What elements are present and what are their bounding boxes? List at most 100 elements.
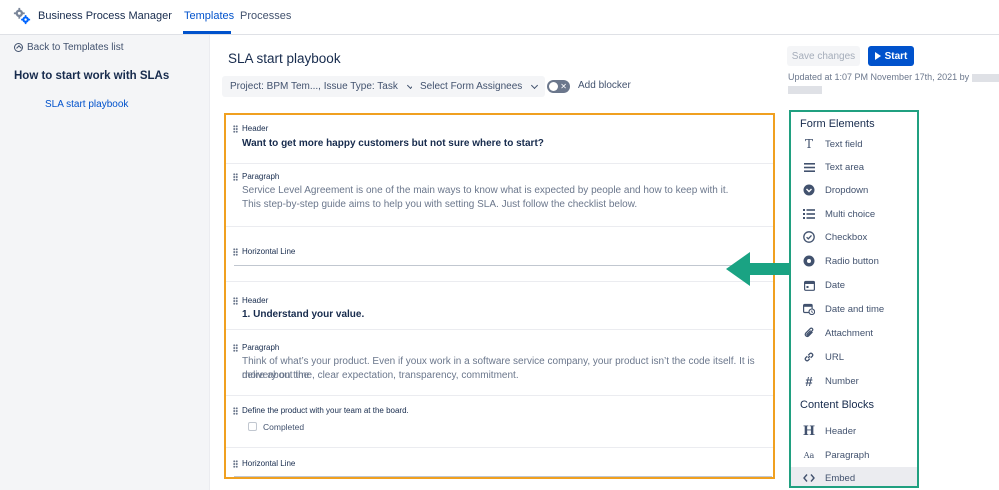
form-elements-title: Form Elements — [800, 118, 875, 130]
block-header[interactable]: H Header — [791, 420, 917, 442]
form-block-paragraph[interactable]: Paragraph Service Level Agreement is one… — [226, 164, 773, 227]
page-title: SLA start playbook — [228, 51, 341, 66]
radio-button-icon — [802, 254, 816, 268]
element-label: URL — [825, 351, 845, 363]
element-label: Text field — [825, 138, 863, 150]
form-canvas: Header Want to get more happy customers … — [224, 113, 775, 479]
checkbox-question-label: Define the product with your team at the… — [242, 406, 409, 415]
project-issue-type-select[interactable]: Project: BPM Tem..., Issue Type: Task — [222, 76, 421, 97]
block-type-label: Paragraph — [242, 172, 280, 181]
active-tab-indicator — [183, 31, 231, 34]
element-label: Number — [825, 375, 859, 387]
toggle-knob — [549, 82, 558, 91]
text-area-icon — [802, 160, 816, 174]
block-type-label: Header — [242, 296, 269, 305]
start-button-label: Start — [884, 50, 908, 62]
element-attachment[interactable]: Attachment — [791, 322, 917, 344]
paragraph-line: Service Level Agreement is one of the ma… — [242, 185, 729, 196]
element-label: Paragraph — [825, 449, 870, 461]
form-block-checkbox[interactable]: Define the product with your team at the… — [226, 396, 773, 448]
block-paragraph[interactable]: Aa Paragraph — [791, 444, 917, 466]
elements-panel: Form Elements T Text field Text area Dro… — [789, 110, 919, 488]
app-name: Business Process Manager — [38, 10, 172, 22]
drag-handle-icon[interactable] — [233, 460, 238, 468]
element-label: Date and time — [825, 303, 885, 315]
drag-handle-icon[interactable] — [233, 248, 238, 256]
tab-templates[interactable]: Templates — [184, 10, 234, 22]
element-label: Header — [825, 425, 857, 437]
paragraph-line: delivery on time, clear expectation, tra… — [242, 370, 519, 381]
element-multi-choice[interactable]: Multi choice — [791, 203, 917, 225]
element-date[interactable]: Date — [791, 274, 917, 296]
chevron-down-icon — [531, 81, 539, 89]
checkbox-option-label: Completed — [263, 422, 305, 432]
paragraph-line: This step-by-step guide aims to help you… — [242, 199, 638, 210]
updated-info: Updated at 1:07 PM November 17th, 2021 b… — [788, 72, 999, 82]
horizontal-line — [234, 265, 772, 266]
dropdown-icon — [802, 183, 816, 197]
element-label: Embed — [825, 472, 856, 484]
drag-handle-icon[interactable] — [233, 344, 238, 352]
back-to-templates-link[interactable]: Back to Templates list — [14, 42, 124, 53]
form-block-header[interactable]: Header 1. Understand your value. — [226, 282, 773, 330]
assignee-select-value: Select Form Assignees — [420, 81, 523, 92]
element-dropdown[interactable]: Dropdown — [791, 179, 917, 201]
element-text-field[interactable]: T Text field — [791, 133, 917, 155]
gears-icon — [13, 7, 31, 25]
element-label: Multi choice — [825, 208, 876, 220]
calendar-icon — [802, 278, 816, 292]
element-number[interactable]: # Number — [791, 370, 917, 392]
toggle-off-icon: ✕ — [560, 82, 567, 91]
element-url[interactable]: URL — [791, 346, 917, 368]
play-icon — [874, 52, 881, 60]
save-changes-button[interactable]: Save changes — [787, 46, 860, 66]
top-bar: Business Process Manager Templates Proce… — [0, 0, 999, 35]
tab-processes[interactable]: Processes — [240, 10, 291, 22]
form-block-header[interactable]: Header Want to get more happy customers … — [226, 115, 773, 164]
checkbox-icon — [802, 230, 816, 244]
block-type-label: Horizontal Line — [242, 247, 296, 256]
block-type-label: Header — [242, 124, 269, 133]
paragraph-icon: Aa — [803, 450, 815, 460]
drag-handle-icon[interactable] — [233, 297, 238, 305]
sidebar-item-sla-start-playbook[interactable]: SLA start playbook — [45, 99, 128, 110]
header-text: 1. Understand your value. — [242, 309, 365, 320]
content-blocks-title: Content Blocks — [800, 399, 874, 411]
start-button[interactable]: Start — [868, 46, 914, 66]
element-date-and-time[interactable]: Date and time — [791, 298, 917, 320]
element-label: Checkbox — [825, 231, 868, 243]
multi-choice-icon — [802, 207, 816, 221]
sidebar: Back to Templates list How to start work… — [0, 35, 210, 490]
element-label: Text area — [825, 161, 865, 173]
form-block-horizontal-line[interactable]: Horizontal Line — [226, 227, 773, 282]
element-radio-button[interactable]: Radio button — [791, 250, 917, 272]
element-label: Dropdown — [825, 184, 869, 196]
form-block-paragraph[interactable]: Paragraph Think of what’s your product. … — [226, 330, 773, 396]
drag-handle-icon[interactable] — [233, 407, 238, 415]
drag-handle-icon[interactable] — [233, 173, 238, 181]
back-link-label: Back to Templates list — [27, 42, 124, 53]
element-label: Radio button — [825, 255, 879, 267]
element-label: Date — [825, 279, 846, 291]
redacted-username — [972, 73, 999, 82]
form-assignees-select[interactable]: Select Form Assignees — [412, 76, 546, 97]
block-embed[interactable]: Embed — [791, 467, 917, 486]
link-icon — [802, 350, 816, 364]
updated-text: Updated at 1:07 PM November 17th, 2021 b… — [788, 72, 970, 82]
completed-checkbox[interactable] — [248, 422, 257, 431]
form-block-horizontal-line[interactable]: Horizontal Line — [226, 448, 773, 477]
project-select-value: Project: BPM Tem..., Issue Type: Task — [230, 81, 398, 92]
add-blocker-toggle[interactable]: ✕ — [547, 80, 570, 93]
add-blocker-label: Add blocker — [578, 80, 631, 91]
element-checkbox[interactable]: Checkbox — [791, 226, 917, 248]
paperclip-icon — [802, 326, 816, 340]
element-text-area[interactable]: Text area — [791, 156, 917, 178]
element-label: Attachment — [825, 327, 874, 339]
drag-handle-icon[interactable] — [233, 125, 238, 133]
block-type-label: Horizontal Line — [242, 459, 296, 468]
hash-icon: # — [805, 373, 813, 389]
drag-direction-arrow-icon — [726, 252, 790, 286]
back-arrow-icon — [14, 43, 23, 52]
redacted-username-line2 — [788, 86, 822, 94]
header-text: Want to get more happy customers but not… — [242, 138, 544, 149]
